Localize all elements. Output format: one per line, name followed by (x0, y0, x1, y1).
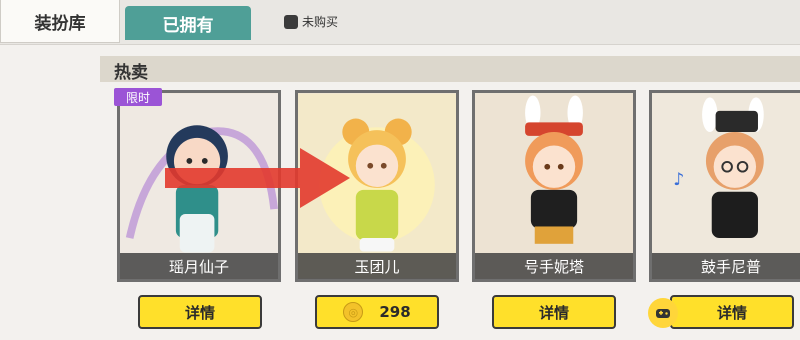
outfit-name-3: 号手妮塔 (475, 253, 633, 279)
checkbox-icon[interactable] (284, 14, 298, 29)
filter-label: 未购买 (302, 15, 339, 29)
section-header (100, 56, 800, 82)
outfit-name-1: 瑶月仙子 (120, 253, 278, 279)
outfit-preview-1 (120, 93, 278, 279)
details-button-4[interactable]: 详情 (670, 295, 794, 329)
outfit-name-4: 鼓手尼普 (652, 253, 800, 279)
outfit-preview-2 (298, 93, 456, 279)
outfit-name-2: 玉团儿 (298, 253, 456, 279)
buy-button-2[interactable]: ◎ 298 (315, 295, 439, 329)
tab-owned[interactable]: 已拥有 (125, 6, 251, 40)
outfit-card-4[interactable]: ♪ 鼓手尼普 (649, 90, 800, 282)
tab-wardrobe[interactable]: 装扮库 (0, 0, 120, 43)
outfit-card-2[interactable]: 玉团儿 (295, 90, 459, 282)
price-label: 298 (379, 303, 411, 321)
coin-icon: ◎ (343, 302, 364, 322)
details-button-1[interactable]: 详情 (138, 295, 262, 329)
outfit-preview-4: ♪ (652, 93, 800, 279)
outfit-card-3[interactable]: 号手妮塔 (472, 90, 636, 282)
section-title: 热卖 (114, 63, 148, 83)
not-purchased-filter[interactable]: 未购买 (284, 13, 338, 30)
svg-text:♪: ♪ (673, 170, 684, 190)
outfit-card-1[interactable]: 瑶月仙子 (117, 90, 281, 282)
details-button-3[interactable]: 详情 (492, 295, 616, 329)
gamepad-icon[interactable] (648, 298, 678, 328)
outfit-preview-3 (475, 93, 633, 279)
limited-time-badge: 限时 (114, 88, 162, 106)
top-bar (0, 0, 800, 45)
